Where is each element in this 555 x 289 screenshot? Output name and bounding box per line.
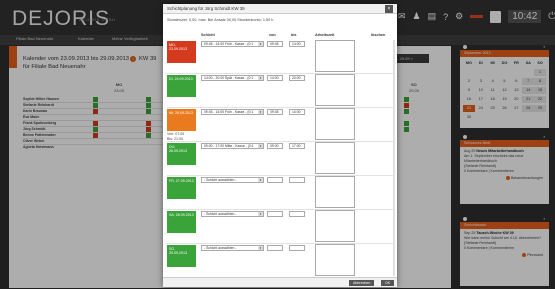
chevron-down-icon[interactable]: ▾ [258, 212, 263, 216]
shift-row: SO, 29.09.2013 - Schicht auswählen - ▾ [167, 244, 393, 278]
from-time-input[interactable]: 14:00 [267, 75, 283, 81]
worktime-textarea[interactable] [315, 176, 355, 208]
worktime-textarea[interactable] [315, 40, 355, 72]
shift-select-value: - Schicht auswählen - [204, 212, 237, 216]
to-time-input[interactable] [289, 211, 305, 217]
col-header-loeschen: löschen [371, 33, 386, 37]
shift-select[interactable]: - Schicht auswählen - ▾ [201, 245, 264, 251]
cancel-button[interactable]: Abbrechen [349, 280, 375, 286]
day-status-bar [167, 259, 196, 267]
day-label: MO, 23.09.2013 [167, 41, 196, 55]
shift-select-value: 09:45 - 14:00 Früh - Kasse - (0:1 [204, 42, 254, 46]
day-status-bar [167, 89, 196, 97]
shift-select-value: - Schicht auswählen - [204, 246, 237, 250]
day-label: SO, 29.09.2013 [167, 245, 196, 259]
worktime-textarea[interactable] [315, 142, 355, 174]
from-time-input[interactable]: 09:45 [267, 41, 283, 47]
shift-select-value: 09:45 - 14:00 Früh - Kasse - (0:1 [204, 110, 254, 114]
shift-select-value: - Schicht auswählen - [204, 178, 237, 182]
day-status-bar [167, 225, 196, 233]
chevron-down-icon[interactable]: ▾ [258, 76, 263, 80]
from-time-input[interactable]: 09:00 [267, 143, 283, 149]
from-time-input[interactable] [267, 245, 283, 251]
dialog-footer: Abbrechen OK [163, 277, 397, 287]
shift-row: MO, 23.09.2013 09:45 - 14:00 Früh - Kasse… [167, 40, 393, 74]
to-time-input[interactable]: 20:00 [289, 75, 305, 81]
col-header-arbeitszeit: Arbeitszeit [315, 33, 335, 37]
to-time-input[interactable]: 14:00 [289, 109, 305, 115]
to-time-input[interactable] [289, 245, 305, 251]
dialog-info: Stundenziel: 0,00, max. Bei Ansatz 00,00… [167, 18, 274, 22]
worktime-textarea[interactable] [315, 244, 355, 276]
availability-note: Von: 07:00 [167, 132, 185, 136]
col-header-bis: bis [291, 33, 297, 37]
from-time-input[interactable] [267, 211, 283, 217]
day-status-bar [167, 191, 196, 199]
to-time-input[interactable]: 14:00 [289, 41, 305, 47]
chevron-down-icon[interactable]: ▾ [258, 42, 263, 46]
shift-select[interactable]: - Schicht auswählen - ▾ [201, 211, 264, 217]
shift-select-value: 09:00 - 17:00 Mitte - Kasse - (0:1 [204, 144, 254, 148]
day-status-bar [167, 123, 196, 131]
shift-planning-dialog: Schichtplanung für Jörg Schmidt KW 39 × … [163, 4, 397, 287]
from-time-input[interactable]: 09:45 [267, 109, 283, 115]
to-time-input[interactable]: 17:00 [289, 143, 305, 149]
day-label: MI, 25.09.2013 [167, 109, 196, 123]
col-header-schicht: Schicht [201, 33, 215, 37]
chevron-down-icon[interactable]: ▾ [258, 246, 263, 250]
shift-select-value: 14:00 - 20:00 Spät - Kasse - (0:1 [204, 76, 254, 80]
day-status-bar [167, 157, 196, 165]
day-label: FR, 27.09.2013 [167, 177, 196, 191]
shift-select[interactable]: 09:00 - 17:00 Mitte - Kasse - (0:1 ▾ [201, 143, 264, 149]
dialog-scrollbar[interactable] [393, 40, 395, 276]
shift-select[interactable]: 09:45 - 14:00 Früh - Kasse - (0:1 ▾ [201, 41, 264, 47]
day-label: DI, 24.09.2013 [167, 75, 196, 89]
worktime-textarea[interactable] [315, 74, 355, 106]
availability-note: Bis: 21:00 [167, 137, 183, 141]
chevron-down-icon[interactable]: ▾ [258, 110, 263, 114]
worktime-textarea[interactable] [315, 108, 355, 140]
shift-select[interactable]: - Schicht auswählen - ▾ [201, 177, 264, 183]
col-header-von: von [269, 33, 276, 37]
day-status-bar [167, 55, 196, 63]
shift-row: SA, 28.09.2013 - Schicht auswählen - ▾ [167, 210, 393, 244]
chevron-down-icon[interactable]: ▾ [258, 178, 263, 182]
dialog-title: Schichtplanung für Jörg Schmidt KW 39 [163, 4, 397, 14]
shift-select[interactable]: 14:00 - 20:00 Spät - Kasse - (0:1 ▾ [201, 75, 264, 81]
from-time-input[interactable] [267, 177, 283, 183]
worktime-textarea[interactable] [315, 210, 355, 242]
shift-row: DI, 24.09.2013 14:00 - 20:00 Spät - Kasse… [167, 74, 393, 108]
day-label: SA, 28.09.2013 [167, 211, 196, 225]
shift-row: DO, 26.09.2013 09:00 - 17:00 Mitte - Kass… [167, 142, 393, 176]
ok-button[interactable]: OK [381, 280, 395, 286]
shift-row: FR, 27.09.2013 - Schicht auswählen - ▾ [167, 176, 393, 210]
app-root: DEJORIS DEJORIS GMBH ✉ ♟ ▤ ? ⚙ 10:42 ⏻ F… [0, 0, 555, 289]
close-icon[interactable]: × [385, 5, 393, 13]
shift-select[interactable]: 09:45 - 14:00 Früh - Kasse - (0:1 ▾ [201, 109, 264, 115]
shift-row: MI, 25.09.2013 09:45 - 14:00 Früh - Kasse… [167, 108, 393, 142]
day-label: DO, 26.09.2013 [167, 143, 196, 157]
chevron-down-icon[interactable]: ▾ [258, 144, 263, 148]
to-time-input[interactable] [289, 177, 305, 183]
